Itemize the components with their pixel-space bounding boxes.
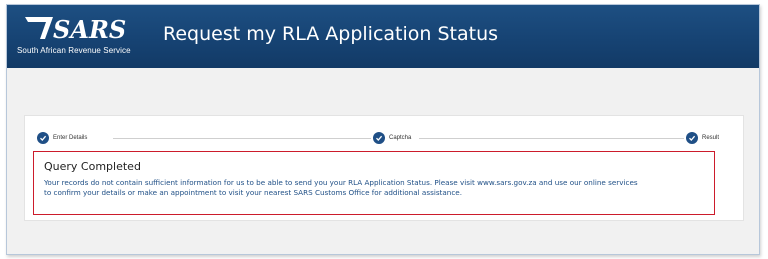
step-label: Captcha	[389, 135, 412, 141]
step-enter-details: Enter Details	[37, 131, 87, 145]
result-message: Your records do not contain sufficient i…	[44, 178, 704, 198]
result-title: Query Completed	[44, 160, 141, 173]
step-label: Result	[702, 135, 720, 141]
progress-stepper: Enter Details Captcha Result	[37, 131, 727, 145]
logo-wordmark: SARS	[53, 15, 126, 43]
sars-logo-mark: SARS	[25, 15, 126, 43]
stepper-connector-2	[419, 138, 684, 139]
query-result-box: Query Completed Your records do not cont…	[33, 151, 715, 215]
logo-swoosh-icon	[25, 17, 53, 39]
stepper-connector-1	[113, 138, 371, 139]
sars-logo[interactable]: SARS South African Revenue Service	[17, 13, 147, 61]
step-result: Result	[686, 131, 719, 145]
status-panel: Enter Details Captcha Result Query Compl…	[24, 115, 744, 221]
step-captcha: Captcha	[373, 131, 411, 145]
step-label: Enter Details	[53, 135, 88, 141]
check-icon	[686, 132, 698, 144]
result-message-line-1: Your records do not contain sufficient i…	[44, 178, 638, 187]
page-title: Request my RLA Application Status	[163, 23, 499, 45]
check-icon	[37, 132, 49, 144]
app-window: SARS South African Revenue Service Reque…	[6, 4, 760, 255]
result-message-line-2: to confirm your details or make an appoi…	[44, 188, 462, 197]
header-bar: SARS South African Revenue Service Reque…	[7, 5, 759, 68]
check-icon	[373, 132, 385, 144]
logo-subtitle: South African Revenue Service	[17, 46, 131, 55]
